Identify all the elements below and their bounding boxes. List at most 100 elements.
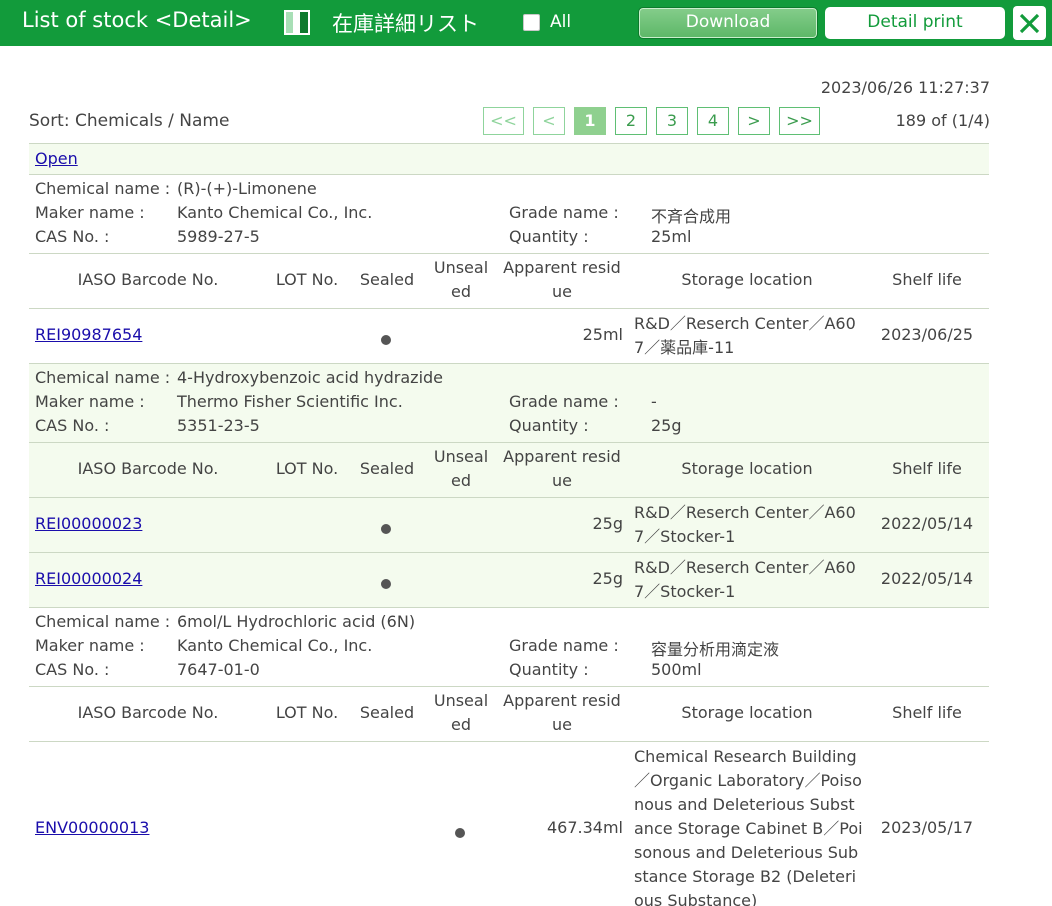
barcode-link[interactable]: REI90987654 <box>35 325 142 344</box>
sealed-indicator <box>381 519 391 538</box>
quantity-label: Quantity : <box>509 416 589 435</box>
col-lot: LOT No. <box>275 270 339 289</box>
quantity: 25ml <box>651 227 692 246</box>
first-page-button[interactable]: << <box>483 107 524 135</box>
chemical-name: (R)-(+)-Limonene <box>177 179 317 198</box>
grade-name-label: Grade name : <box>509 203 619 222</box>
col-location: Storage location <box>681 270 813 289</box>
page-4-button[interactable]: 4 <box>697 107 729 135</box>
col-barcode: IASO Barcode No. <box>77 459 219 478</box>
col-residue: Apparent resid ue <box>503 691 621 734</box>
maker-name: Kanto Chemical Co., Inc. <box>177 203 373 222</box>
grade-name: - <box>651 392 657 411</box>
record-count: 189 of (1/4) <box>895 111 990 130</box>
col-unsealed: Unseal ed <box>433 691 489 734</box>
col-unsealed: Unseal ed <box>433 258 489 301</box>
col-shelf: Shelf life <box>892 270 962 289</box>
close-icon <box>1019 13 1040 34</box>
grade-name-label: Grade name : <box>509 636 619 655</box>
next-page-button[interactable]: > <box>738 107 770 135</box>
sort-label: Sort: Chemicals / Name <box>29 111 230 131</box>
shelf-life: 2023/05/17 <box>880 818 974 837</box>
detail-print-button[interactable]: Detail print <box>825 7 1005 39</box>
table-row: REI90987654 25ml R&D／Reserch Center／A607… <box>29 309 989 364</box>
maker-name-label: Maker name : <box>35 636 145 655</box>
column-header-row: IASO Barcode No. LOT No. Sealed Unseal e… <box>29 687 989 742</box>
storage-location: R&D／Reserch Center／A607／Stocker-1 <box>634 503 856 546</box>
storage-location: Chemical Research Building／Organic Labor… <box>634 747 863 906</box>
page-3-button[interactable]: 3 <box>656 107 688 135</box>
residue: 25g <box>592 514 623 533</box>
prev-page-button[interactable]: < <box>533 107 565 135</box>
download-button[interactable]: Download <box>638 7 818 39</box>
grade-name: 容量分析用滴定液 <box>651 640 780 659</box>
chemical-name-label: Chemical name : <box>35 179 171 198</box>
page-1-button[interactable]: 1 <box>574 107 606 135</box>
chemical-name-label: Chemical name : <box>35 368 171 387</box>
col-sealed: Sealed <box>359 270 415 289</box>
col-residue: Apparent resid ue <box>503 258 621 301</box>
residue: 25ml <box>582 325 623 344</box>
column-header-row: IASO Barcode No. LOT No. Sealed Unseal e… <box>29 254 989 309</box>
col-location: Storage location <box>681 703 813 722</box>
shelf-life: 2022/05/14 <box>880 514 974 533</box>
timestamp: 2023/06/26 11:27:37 <box>820 78 990 97</box>
quantity-label: Quantity : <box>509 227 589 246</box>
column-header-row: IASO Barcode No. LOT No. Sealed Unseal e… <box>29 443 989 498</box>
chemical-info: Chemical name : 6mol/L Hydrochloric acid… <box>29 608 989 687</box>
chemical-name: 6mol/L Hydrochloric acid (6N) <box>177 612 416 631</box>
col-sealed: Sealed <box>359 703 415 722</box>
japanese-title: 在庫詳細リスト <box>332 12 479 36</box>
quantity-label: Quantity : <box>509 660 589 679</box>
col-barcode: IASO Barcode No. <box>77 703 219 722</box>
unsealed-indicator <box>455 823 465 842</box>
barcode-link[interactable]: REI00000023 <box>35 514 142 533</box>
storage-location: R&D／Reserch Center／A607／薬品庫-11 <box>634 314 856 357</box>
all-checkbox[interactable] <box>523 14 540 31</box>
close-button[interactable] <box>1013 6 1046 40</box>
col-lot: LOT No. <box>275 459 339 478</box>
col-residue: Apparent resid ue <box>503 447 621 490</box>
chemical-info: Chemical name : 4-Hydroxybenzoic acid hy… <box>29 364 989 443</box>
col-location: Storage location <box>681 459 813 478</box>
last-page-button[interactable]: >> <box>779 107 820 135</box>
page-title: List of stock <Detail> <box>22 8 252 32</box>
quantity: 500ml <box>651 660 702 679</box>
shelf-life: 2022/05/14 <box>880 569 974 588</box>
stock-list: Open Chemical name : (R)-(+)-Limonene Ma… <box>29 143 989 906</box>
cas-no-label: CAS No. : <box>35 416 110 435</box>
grade-name-label: Grade name : <box>509 392 619 411</box>
cas-no: 5989-27-5 <box>177 227 260 246</box>
col-sealed: Sealed <box>359 459 415 478</box>
maker-name: Kanto Chemical Co., Inc. <box>177 636 373 655</box>
book-icon <box>284 10 310 35</box>
chemical-name-label: Chemical name : <box>35 612 171 631</box>
page-2-button[interactable]: 2 <box>615 107 647 135</box>
open-row: Open <box>29 143 989 175</box>
maker-name: Thermo Fisher Scientific Inc. <box>177 392 403 411</box>
storage-location: R&D／Reserch Center／A607／Stocker-1 <box>634 558 856 601</box>
quantity: 25g <box>651 416 682 435</box>
maker-name-label: Maker name : <box>35 392 145 411</box>
header-bar: List of stock <Detail> 在庫詳細リスト All Downl… <box>0 0 1052 46</box>
table-row: REI00000023 25g R&D／Reserch Center／A607／… <box>29 498 989 553</box>
col-shelf: Shelf life <box>892 459 962 478</box>
barcode-link[interactable]: REI00000024 <box>35 569 142 588</box>
cas-no-label: CAS No. : <box>35 227 110 246</box>
table-row: REI00000024 25g R&D／Reserch Center／A607／… <box>29 553 989 608</box>
col-shelf: Shelf life <box>892 703 962 722</box>
open-link[interactable]: Open <box>35 149 78 168</box>
maker-name-label: Maker name : <box>35 203 145 222</box>
col-unsealed: Unseal ed <box>433 447 489 490</box>
grade-name: 不斉合成用 <box>651 207 732 226</box>
shelf-life: 2023/06/25 <box>880 325 974 344</box>
table-row: ENV00000013 467.34ml Chemical Research B… <box>29 742 989 906</box>
col-barcode: IASO Barcode No. <box>77 270 219 289</box>
sealed-indicator <box>381 574 391 593</box>
cas-no: 7647-01-0 <box>177 660 260 679</box>
chemical-info: Chemical name : (R)-(+)-Limonene Maker n… <box>29 175 989 254</box>
chemical-name: 4-Hydroxybenzoic acid hydrazide <box>177 368 444 387</box>
barcode-link[interactable]: ENV00000013 <box>35 818 149 837</box>
cas-no: 5351-23-5 <box>177 416 260 435</box>
residue: 467.34ml <box>546 818 623 837</box>
